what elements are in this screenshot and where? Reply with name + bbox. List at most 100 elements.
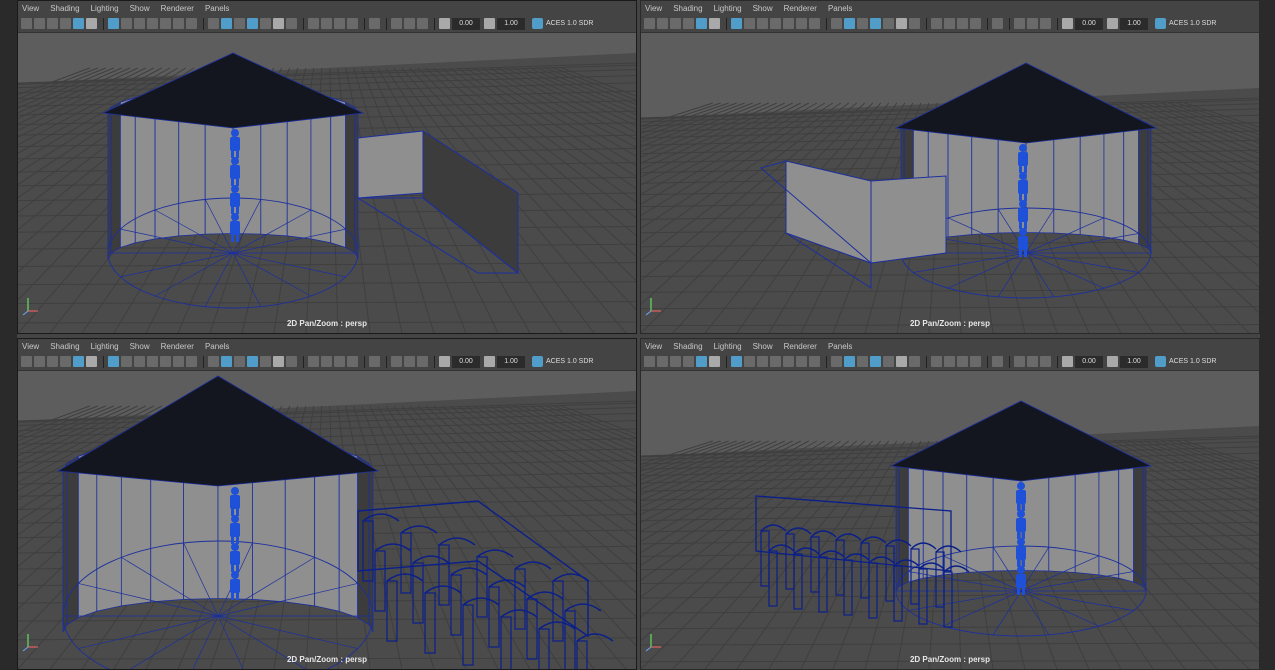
resolution-gate-icon[interactable] bbox=[134, 18, 145, 29]
shadows-icon[interactable] bbox=[909, 18, 920, 29]
exposure-field[interactable]: 0.00 bbox=[1075, 355, 1103, 368]
xray-active-icon[interactable] bbox=[1027, 356, 1038, 367]
camera-attr-icon[interactable] bbox=[657, 356, 668, 367]
viewport-3d-scene[interactable]: 2D Pan/Zoom : persp bbox=[18, 371, 636, 669]
viewport-3d-scene[interactable]: 2D Pan/Zoom : persp bbox=[18, 33, 636, 333]
menu-lighting[interactable]: Lighting bbox=[91, 4, 119, 13]
smooth-shade-icon[interactable] bbox=[844, 356, 855, 367]
wireframe-on-shaded-icon[interactable] bbox=[247, 18, 258, 29]
color-space-toggle[interactable]: ACES 1.0 SDR bbox=[529, 356, 596, 368]
camera-attr-icon[interactable] bbox=[34, 356, 45, 367]
gamma-icon[interactable] bbox=[1107, 18, 1118, 29]
gate-mask-icon[interactable] bbox=[147, 356, 158, 367]
wireframe-on-shaded-icon[interactable] bbox=[870, 18, 881, 29]
gamma-icon[interactable] bbox=[484, 18, 495, 29]
safe-action-icon[interactable] bbox=[796, 18, 807, 29]
xray-joints-icon[interactable] bbox=[391, 356, 402, 367]
viewport-panel-top-right[interactable]: View Shading Lighting Show Renderer Panels 0.0… bbox=[640, 0, 1260, 334]
isolate-select-icon[interactable] bbox=[369, 356, 380, 367]
film-gate-icon[interactable] bbox=[121, 18, 132, 29]
pen-icon[interactable] bbox=[709, 18, 720, 29]
default-material-icon[interactable] bbox=[234, 356, 245, 367]
default-material-icon[interactable] bbox=[857, 356, 868, 367]
menu-lighting[interactable]: Lighting bbox=[91, 342, 119, 351]
menu-panels[interactable]: Panels bbox=[205, 4, 229, 13]
image-plane-icon[interactable] bbox=[60, 356, 71, 367]
default-material-icon[interactable] bbox=[857, 18, 868, 29]
menu-shading[interactable]: Shading bbox=[50, 342, 79, 351]
menu-view[interactable]: View bbox=[22, 4, 39, 13]
antialias-icon[interactable] bbox=[334, 18, 345, 29]
resolution-gate-icon[interactable] bbox=[757, 356, 768, 367]
wireframe-icon[interactable] bbox=[831, 18, 842, 29]
xray-icon[interactable] bbox=[260, 18, 271, 29]
color-space-toggle[interactable]: ACES 1.0 SDR bbox=[529, 18, 596, 30]
camera-attr-icon[interactable] bbox=[34, 18, 45, 29]
bookmark-icon[interactable] bbox=[47, 18, 58, 29]
bookmark-icon[interactable] bbox=[47, 356, 58, 367]
viewport-3d-scene[interactable]: 2D Pan/Zoom : persp bbox=[641, 371, 1259, 669]
smooth-shade-icon[interactable] bbox=[221, 18, 232, 29]
antialias-icon[interactable] bbox=[957, 356, 968, 367]
xray-active-icon[interactable] bbox=[1027, 18, 1038, 29]
color-space-toggle[interactable]: ACES 1.0 SDR bbox=[1152, 356, 1219, 368]
gamma-field[interactable]: 1.00 bbox=[497, 17, 525, 30]
pen-icon[interactable] bbox=[86, 18, 97, 29]
menu-show[interactable]: Show bbox=[130, 342, 150, 351]
ambient-occlusion-icon[interactable] bbox=[308, 356, 319, 367]
depth-of-field-icon[interactable] bbox=[347, 18, 358, 29]
smooth-shade-icon[interactable] bbox=[844, 18, 855, 29]
menu-renderer[interactable]: Renderer bbox=[784, 342, 817, 351]
smooth-shade-icon[interactable] bbox=[221, 356, 232, 367]
grid-icon[interactable] bbox=[731, 356, 742, 367]
xray-joints-icon[interactable] bbox=[1014, 18, 1025, 29]
antialias-icon[interactable] bbox=[334, 356, 345, 367]
ambient-occlusion-icon[interactable] bbox=[931, 18, 942, 29]
safe-action-icon[interactable] bbox=[173, 356, 184, 367]
color-management-icon[interactable] bbox=[532, 18, 543, 29]
shadows-icon[interactable] bbox=[286, 356, 297, 367]
gate-mask-icon[interactable] bbox=[770, 356, 781, 367]
image-plane-icon[interactable] bbox=[683, 356, 694, 367]
gate-mask-icon[interactable] bbox=[770, 18, 781, 29]
camera-icon[interactable] bbox=[21, 18, 32, 29]
viewport-panel-top-left[interactable]: View Shading Lighting Show Renderer Panels 0.0… bbox=[17, 0, 637, 334]
camera-icon[interactable] bbox=[644, 356, 655, 367]
field-chart-icon[interactable] bbox=[160, 18, 171, 29]
ambient-occlusion-icon[interactable] bbox=[308, 18, 319, 29]
menu-lighting[interactable]: Lighting bbox=[714, 4, 742, 13]
film-gate-icon[interactable] bbox=[744, 18, 755, 29]
xray-icon[interactable] bbox=[883, 356, 894, 367]
depth-of-field-icon[interactable] bbox=[347, 356, 358, 367]
pen-icon[interactable] bbox=[86, 356, 97, 367]
grid-snap-icon[interactable] bbox=[696, 18, 707, 29]
menu-renderer[interactable]: Renderer bbox=[161, 342, 194, 351]
gamma-icon[interactable] bbox=[484, 356, 495, 367]
pen-icon[interactable] bbox=[709, 356, 720, 367]
depth-of-field-icon[interactable] bbox=[970, 356, 981, 367]
film-gate-icon[interactable] bbox=[121, 356, 132, 367]
isolate-select-icon[interactable] bbox=[992, 18, 1003, 29]
camera-icon[interactable] bbox=[21, 356, 32, 367]
exposure-field[interactable]: 0.00 bbox=[452, 17, 480, 30]
viewport-3d-scene[interactable]: 2D Pan/Zoom : persp bbox=[641, 33, 1259, 333]
viewport-panel-bottom-left[interactable]: View Shading Lighting Show Renderer Panels 0.0… bbox=[17, 338, 637, 670]
menu-shading[interactable]: Shading bbox=[673, 342, 702, 351]
exposure-icon[interactable] bbox=[1062, 356, 1073, 367]
grid-snap-icon[interactable] bbox=[73, 18, 84, 29]
menu-shading[interactable]: Shading bbox=[673, 4, 702, 13]
grid-icon[interactable] bbox=[731, 18, 742, 29]
wireframe-icon[interactable] bbox=[208, 356, 219, 367]
grid-icon[interactable] bbox=[108, 18, 119, 29]
camera-attr-icon[interactable] bbox=[657, 18, 668, 29]
depth-of-field-icon[interactable] bbox=[970, 18, 981, 29]
use-lights-icon[interactable] bbox=[896, 18, 907, 29]
exposure-icon[interactable] bbox=[439, 18, 450, 29]
menu-show[interactable]: Show bbox=[753, 342, 773, 351]
menu-lighting[interactable]: Lighting bbox=[714, 342, 742, 351]
film-gate-icon[interactable] bbox=[744, 356, 755, 367]
safe-title-icon[interactable] bbox=[186, 18, 197, 29]
viewport-panel-bottom-right[interactable]: View Shading Lighting Show Renderer Panels 0.0… bbox=[640, 338, 1260, 670]
menu-panels[interactable]: Panels bbox=[828, 4, 852, 13]
color-space-toggle[interactable]: ACES 1.0 SDR bbox=[1152, 18, 1219, 30]
